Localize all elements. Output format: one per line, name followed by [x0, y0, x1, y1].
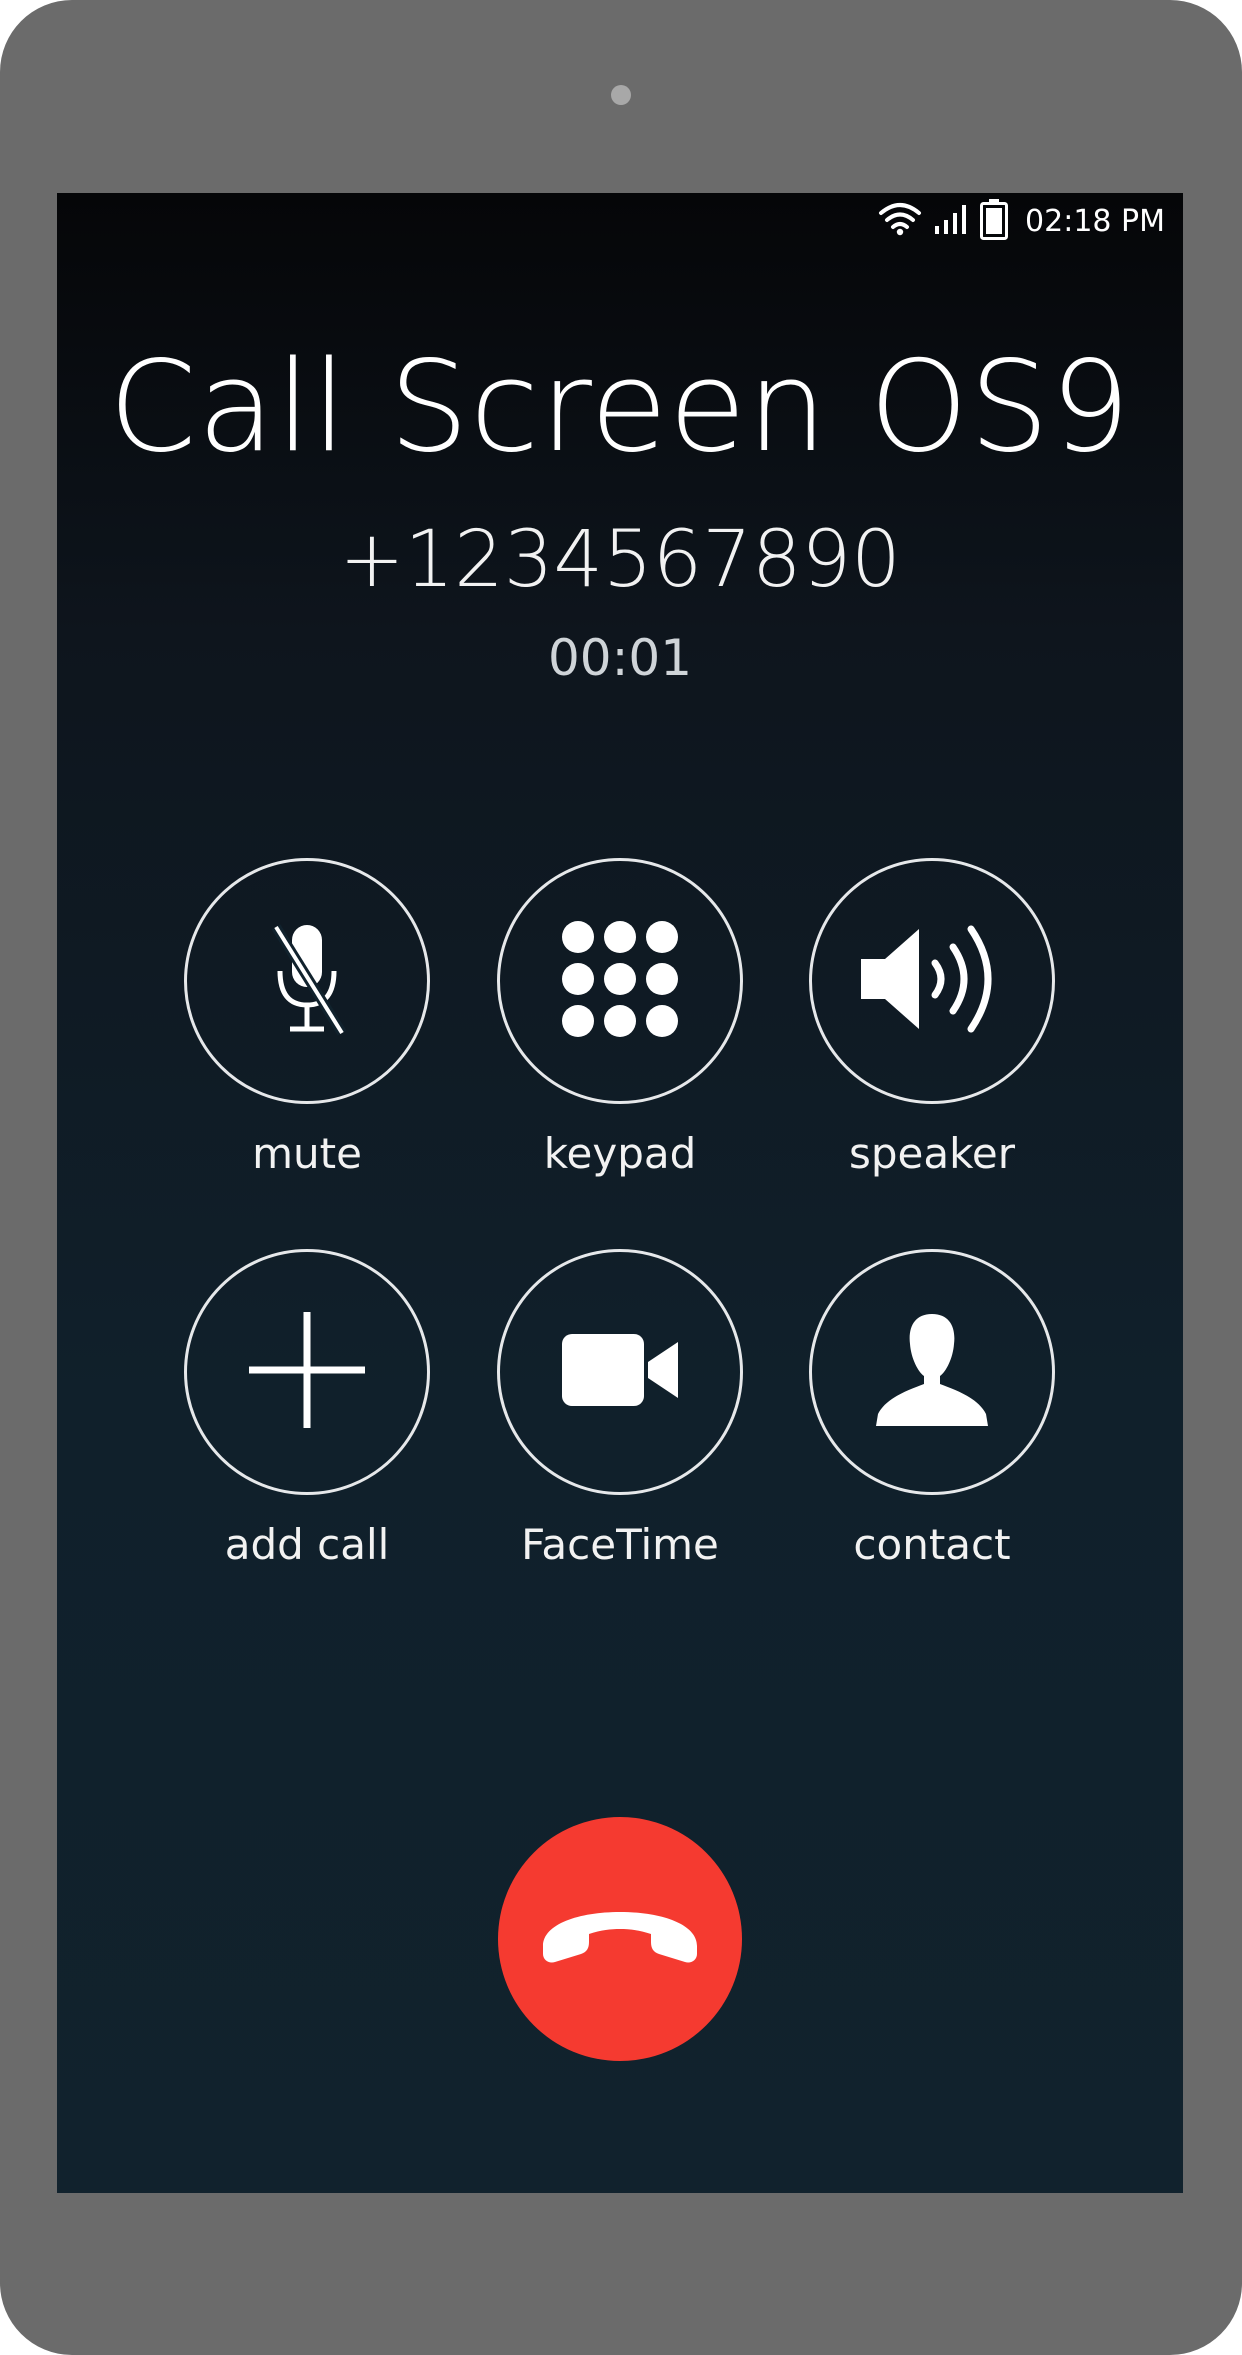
status-time: 02:18 PM	[1025, 203, 1165, 239]
speaker-icon	[857, 919, 1007, 1043]
speaker-action: speaker	[802, 858, 1062, 1184]
plus-icon	[247, 1310, 367, 1434]
device-frame: 02:18 PM Call Screen OS9 +1234567890 00:…	[0, 0, 1242, 2355]
add-call-label: add call	[224, 1520, 390, 1569]
facetime-action: FaceTime	[490, 1249, 750, 1575]
speaker-button[interactable]	[809, 858, 1055, 1104]
add-call-button[interactable]	[184, 1249, 430, 1495]
signal-icon	[933, 202, 969, 240]
call-duration: 00:01	[547, 629, 693, 687]
keypad-button[interactable]	[497, 858, 743, 1104]
microphone-muted-icon	[262, 919, 352, 1043]
facetime-label: FaceTime	[521, 1520, 719, 1569]
speaker-label: speaker	[848, 1129, 1016, 1178]
keypad-icon	[558, 917, 682, 1045]
video-camera-icon	[560, 1330, 680, 1414]
person-icon	[872, 1310, 992, 1434]
contact-button[interactable]	[809, 1249, 1055, 1495]
camera-dot	[611, 85, 631, 105]
end-call-button[interactable]	[498, 1817, 742, 2061]
mute-action: mute	[177, 858, 437, 1184]
keypad-label: keypad	[543, 1129, 697, 1178]
caller-name: Call Screen OS9	[108, 333, 1132, 480]
facetime-button[interactable]	[497, 1249, 743, 1495]
contact-action: contact	[802, 1249, 1062, 1575]
keypad-action: keypad	[490, 858, 750, 1184]
end-call-icon	[535, 1902, 705, 1976]
contact-label: contact	[853, 1520, 1011, 1569]
add-call-action: add call	[177, 1249, 437, 1575]
call-screen: 02:18 PM Call Screen OS9 +1234567890 00:…	[57, 193, 1183, 2193]
mute-label: mute	[252, 1129, 362, 1178]
caller-number: +1234567890	[339, 515, 901, 605]
wifi-icon	[877, 201, 923, 241]
mute-button[interactable]	[184, 858, 430, 1104]
battery-icon	[979, 198, 1009, 244]
status-bar: 02:18 PM	[57, 193, 1183, 249]
